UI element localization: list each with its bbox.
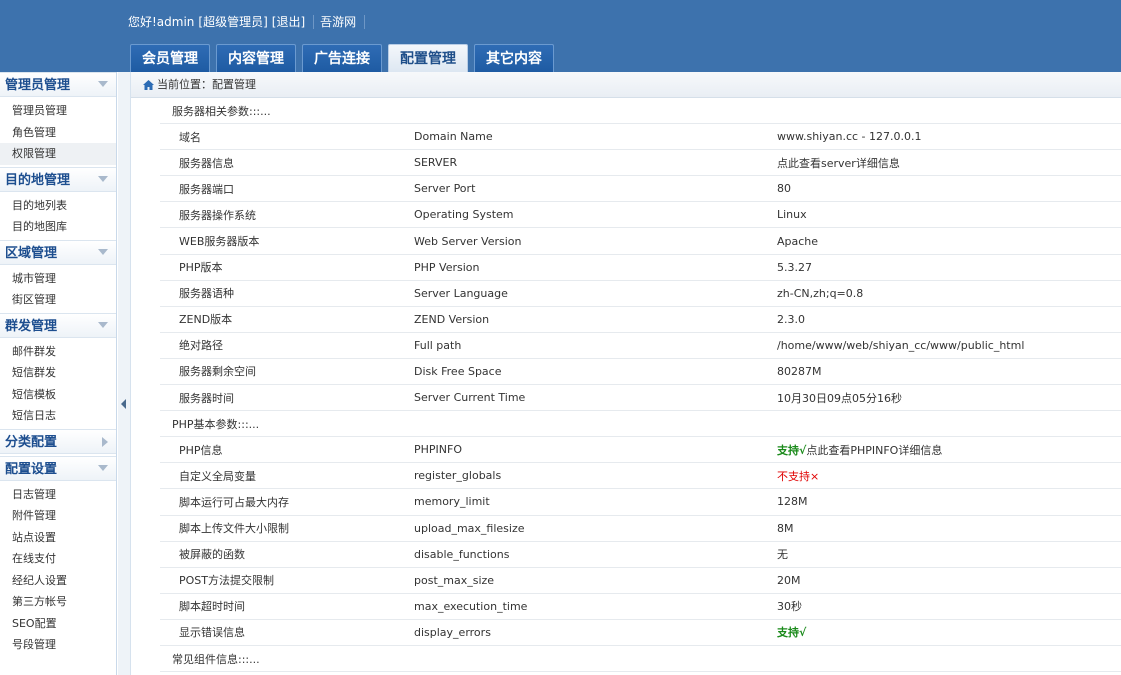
sidebar-group-region[interactable]: 区域管理	[0, 239, 116, 265]
section-header-php: PHP基本参数:::...	[160, 411, 1121, 438]
main-tabs: 会员管理 内容管理 广告连接 配置管理 其它内容	[130, 44, 560, 72]
table-row: 被屏蔽的函数 disable_functions 无	[160, 542, 1121, 568]
sidebar-item-sms-send[interactable]: 短信群发	[0, 362, 116, 384]
user-bar: 您好!admin [超级管理员] [退出] 吾游网	[128, 13, 371, 30]
sidebar-item-sms-log[interactable]: 短信日志	[0, 405, 116, 427]
sidebar-item-destination-gallery[interactable]: 目的地图库	[0, 216, 116, 238]
table-row: WEB服务器版本 Web Server Version Apache	[160, 228, 1121, 255]
table-row: 服务器语种 Server Language zh-CN,zh;q=0.8	[160, 281, 1121, 307]
table-row: 脚本运行可占最大内存 memory_limit 128M	[160, 489, 1121, 516]
status-badge: 支持√	[777, 443, 807, 457]
sidebar-group-settings[interactable]: 配置设置	[0, 455, 116, 481]
sidebar-item-sms-template[interactable]: 短信模板	[0, 384, 116, 406]
section-header-components: 常见组件信息:::...	[160, 646, 1121, 673]
section-header-server: 服务器相关参数:::...	[160, 98, 1121, 125]
status-badge: 支持√	[777, 626, 807, 640]
chevron-down-icon	[98, 175, 108, 182]
table-row: 服务器剩余空间 Disk Free Space 80287M	[160, 359, 1121, 386]
logout-link[interactable]: [退出]	[272, 13, 305, 30]
top-header: 您好!admin [超级管理员] [退出] 吾游网 会员管理 内容管理 广告连接…	[0, 0, 1121, 72]
sidebar-item-email-send[interactable]: 邮件群发	[0, 341, 116, 363]
site-link[interactable]: 吾游网	[320, 13, 356, 30]
table-row: PHP版本 PHP Version 5.3.27	[160, 255, 1121, 281]
separator	[313, 14, 315, 29]
tab-config[interactable]: 配置管理	[388, 44, 468, 72]
table-row: 自定义全局变量 register_globals 不支持×	[160, 463, 1121, 490]
sidebar-item-destination-list[interactable]: 目的地列表	[0, 195, 116, 217]
table-row: 服务器操作系统 Operating System Linux	[160, 202, 1121, 229]
sidebar-group-admin[interactable]: 管理员管理	[0, 72, 116, 97]
role-label: [超级管理员]	[198, 15, 268, 29]
table-row: ZEND版本 ZEND Version 2.3.0	[160, 307, 1121, 333]
table-row: PHP信息 PHPINFO 支持√点此查看PHPINFO详细信息	[160, 437, 1121, 464]
chevron-down-icon	[98, 321, 108, 328]
sidebar-item-attachment[interactable]: 附件管理	[0, 505, 116, 527]
table-row: 域名 Domain Name www.shiyan.cc - 127.0.0.1	[160, 124, 1121, 151]
sidebar-item-site-settings[interactable]: 站点设置	[0, 527, 116, 549]
table-row: 服务器时间 Server Current Time 10月30日09点05分16秒	[160, 385, 1121, 412]
table-row: 脚本超时时间 max_execution_time 30秒	[160, 594, 1121, 620]
breadcrumb: 当前位置：配置管理	[131, 72, 1121, 98]
sidebar-item-district[interactable]: 街区管理	[0, 289, 116, 311]
sidebar-item-agent[interactable]: 经纪人设置	[0, 570, 116, 592]
tab-member[interactable]: 会员管理	[130, 44, 210, 72]
sidebar-group-category[interactable]: 分类配置	[0, 428, 116, 454]
sidebar-item-payment[interactable]: 在线支付	[0, 548, 116, 570]
phpinfo-link[interactable]: 点此查看PHPINFO详细信息	[806, 444, 942, 457]
sidebar-group-mass-send[interactable]: 群发管理	[0, 312, 116, 338]
chevron-right-icon	[102, 436, 108, 447]
config-info-table: 服务器相关参数:::... 域名 Domain Name www.shiyan.cc…	[160, 98, 1121, 673]
sidebar-item-third-party[interactable]: 第三方帐号	[0, 591, 116, 613]
sidebar-group-destination[interactable]: 目的地管理	[0, 166, 116, 192]
home-icon	[143, 79, 154, 90]
breadcrumb-text: 当前位置：配置管理	[157, 77, 256, 91]
sidebar-item-permissions[interactable]: 权限管理	[0, 143, 116, 165]
table-row: 服务器信息 SERVER 点此查看server详细信息	[160, 150, 1121, 177]
status-badge: 不支持×	[777, 469, 820, 483]
chevron-down-icon	[98, 248, 108, 255]
chevron-down-icon	[98, 81, 108, 87]
sidebar-collapse-handle[interactable]	[118, 72, 131, 675]
separator	[364, 14, 366, 29]
tab-ads[interactable]: 广告连接	[302, 44, 382, 72]
sidebar-item-roles[interactable]: 角色管理	[0, 122, 116, 144]
collapse-arrow-icon	[121, 399, 126, 409]
table-row: 绝对路径 Full path/home/www/web/shiyan_cc/www…	[160, 333, 1121, 359]
table-row: 显示错误信息 display_errors 支持√	[160, 620, 1121, 646]
sidebar-item-number-segment[interactable]: 号段管理	[0, 634, 116, 656]
chevron-down-icon	[98, 464, 108, 471]
sidebar-item-admin[interactable]: 管理员管理	[0, 100, 116, 122]
sidebar-item-log[interactable]: 日志管理	[0, 484, 116, 506]
sidebar: 管理员管理 管理员管理 角色管理 权限管理 目的地管理 目的地列表 目的地图库 …	[0, 72, 117, 675]
tab-other[interactable]: 其它内容	[474, 44, 554, 72]
sidebar-item-seo[interactable]: SEO配置	[0, 613, 116, 635]
table-row: POST方法提交限制 post_max_size 20M	[160, 568, 1121, 594]
table-row: 服务器端口 Server Port 80	[160, 176, 1121, 203]
table-row: 脚本上传文件大小限制 upload_max_filesize 8M	[160, 516, 1121, 542]
greeting: 您好!admin	[128, 15, 195, 29]
server-info-link[interactable]: 点此查看server详细信息	[758, 155, 1121, 171]
sidebar-item-city[interactable]: 城市管理	[0, 268, 116, 290]
tab-content[interactable]: 内容管理	[216, 44, 296, 72]
